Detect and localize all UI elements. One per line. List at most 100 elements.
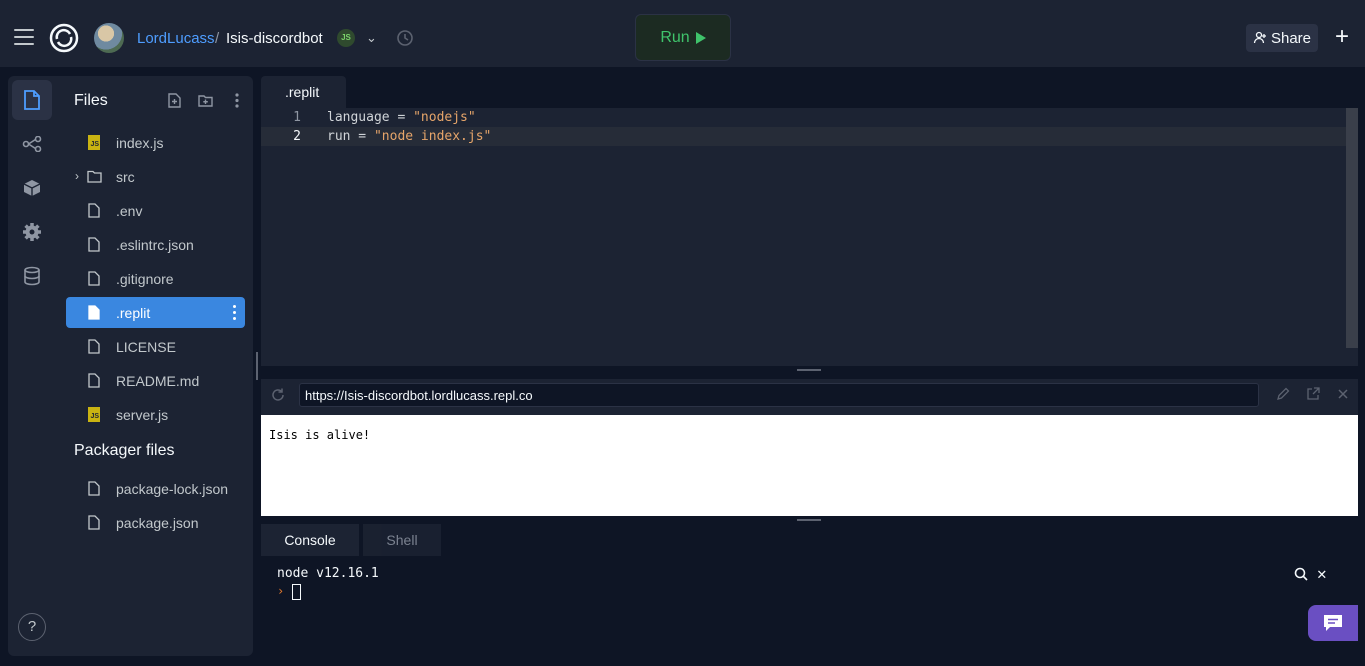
username-link[interactable]: LordLucass <box>137 30 215 47</box>
settings-tab[interactable] <box>12 212 52 252</box>
add-file-icon[interactable] <box>166 92 183 109</box>
run-label: Run <box>660 28 690 46</box>
chat-icon <box>1324 615 1342 631</box>
nodejs-icon: JS <box>337 29 355 47</box>
version-control-icon <box>22 136 42 152</box>
console-resize-handle[interactable] <box>797 519 821 521</box>
side-rail: ? <box>8 76 54 656</box>
file-icon <box>88 481 100 496</box>
file-item-index-js[interactable]: JS index.js <box>66 127 245 158</box>
file-icon <box>88 339 100 354</box>
window-edge <box>1358 68 1365 666</box>
line-number: 2 <box>293 129 301 144</box>
code-line: 1 language = "nodejs" <box>261 108 1358 127</box>
file-label: server.js <box>116 407 169 423</box>
file-label: .env <box>116 203 143 219</box>
code-text: run = "node index.js" <box>327 129 492 144</box>
file-label: README.md <box>116 373 200 389</box>
code-line: 2 run = "node index.js" <box>261 127 1358 146</box>
file-item-gitignore[interactable]: .gitignore <box>66 263 245 294</box>
file-icon <box>88 373 100 388</box>
packager-files-title: Packager files <box>74 442 175 459</box>
add-user-icon <box>1253 31 1266 44</box>
tab-replit[interactable]: .replit <box>261 76 346 108</box>
file-item-replit[interactable]: .replit <box>66 297 245 328</box>
files-icon <box>24 90 40 110</box>
database-tab[interactable] <box>12 256 52 296</box>
pane-resize-handle[interactable] <box>256 352 258 380</box>
version-control-tab[interactable] <box>12 124 52 164</box>
add-pane-button[interactable]: + <box>1330 23 1354 51</box>
file-item-readme[interactable]: README.md <box>66 365 245 396</box>
editor-resize-handle[interactable] <box>797 369 821 371</box>
code-text: language = "nodejs" <box>327 110 476 125</box>
folder-icon <box>87 170 102 183</box>
top-bar: LordLucass / Isis-discordbot JS ⌄ Run Sh… <box>0 0 1365 68</box>
file-label: .eslintrc.json <box>116 237 194 253</box>
webview-text: Isis is alive! <box>269 428 371 442</box>
packages-icon <box>23 180 41 196</box>
console-output[interactable]: node v12.16.1 › ✕ <box>261 556 1358 656</box>
help-button[interactable]: ? <box>18 613 46 641</box>
file-options-icon[interactable] <box>233 305 237 320</box>
javascript-file-icon: JS <box>88 135 100 150</box>
open-new-tab-icon[interactable] <box>1305 386 1321 402</box>
database-icon <box>24 266 40 286</box>
console-line: node v12.16.1 <box>277 566 379 581</box>
history-icon[interactable] <box>395 28 415 48</box>
play-icon <box>695 31 706 44</box>
breadcrumb-separator: / <box>215 30 220 47</box>
line-number: 1 <box>293 110 301 125</box>
webview-toolbar: https://Isis-discordbot.lordlucass.repl.… <box>261 379 1358 415</box>
file-icon <box>88 271 100 286</box>
files-pane: Files JS index.js › src .env .eslintrc.j… <box>54 76 253 656</box>
prompt-icon: › <box>277 584 285 598</box>
share-button[interactable]: Share <box>1246 24 1318 52</box>
editor-scrollbar[interactable] <box>1346 108 1358 348</box>
file-label: package-lock.json <box>116 481 229 497</box>
file-label: .replit <box>116 305 151 321</box>
gear-icon <box>23 223 41 241</box>
add-folder-icon[interactable] <box>197 92 214 109</box>
file-item-server-js[interactable]: JS server.js <box>66 399 245 430</box>
close-icon[interactable] <box>1335 386 1351 402</box>
more-options-icon[interactable] <box>228 92 245 109</box>
avatar[interactable] <box>94 23 124 53</box>
file-label: LICENSE <box>116 339 176 355</box>
console-pane: Console Shell node v12.16.1 › ✕ <box>261 524 1358 656</box>
file-label: src <box>116 169 135 185</box>
code-editor[interactable]: .replit 1 language = "nodejs" 2 run = "n… <box>261 76 1358 366</box>
file-item-package-lock[interactable]: package-lock.json <box>66 473 245 504</box>
replit-logo[interactable] <box>48 22 80 54</box>
files-tab[interactable] <box>12 80 52 120</box>
webview-url-field[interactable]: https://Isis-discordbot.lordlucass.repl.… <box>299 383 1259 407</box>
packages-tab[interactable] <box>12 168 52 208</box>
file-item-env[interactable]: .env <box>66 195 245 226</box>
file-item-license[interactable]: LICENSE <box>66 331 245 362</box>
code-area[interactable]: 1 language = "nodejs" 2 run = "node inde… <box>261 108 1358 146</box>
file-item-package-json[interactable]: package.json <box>66 507 245 538</box>
edit-icon[interactable] <box>1275 386 1291 402</box>
files-title: Files <box>74 92 108 109</box>
clear-console-icon[interactable]: ✕ <box>1317 564 1327 583</box>
editor-tab-bar: .replit <box>261 76 1358 108</box>
search-icon[interactable] <box>1293 566 1309 582</box>
folder-item-src[interactable]: › src <box>66 161 245 192</box>
tab-shell[interactable]: Shell <box>363 524 441 556</box>
refresh-icon[interactable] <box>269 386 287 404</box>
chevron-right-icon[interactable]: › <box>75 169 79 183</box>
file-label: package.json <box>116 515 199 531</box>
run-button[interactable]: Run <box>635 14 731 61</box>
webview-pane: https://Isis-discordbot.lordlucass.repl.… <box>261 379 1358 516</box>
tab-console[interactable]: Console <box>261 524 359 556</box>
file-label: index.js <box>116 135 164 151</box>
chat-button[interactable] <box>1308 605 1358 641</box>
webview-content[interactable]: Isis is alive! <box>261 415 1358 516</box>
repl-name[interactable]: Isis-discordbot <box>226 30 323 47</box>
file-label: .gitignore <box>116 271 174 287</box>
chevron-down-icon[interactable]: ⌄ <box>366 30 377 46</box>
file-icon <box>88 237 100 252</box>
menu-icon[interactable] <box>14 29 34 50</box>
share-label: Share <box>1270 29 1312 47</box>
file-item-eslintrc[interactable]: .eslintrc.json <box>66 229 245 260</box>
